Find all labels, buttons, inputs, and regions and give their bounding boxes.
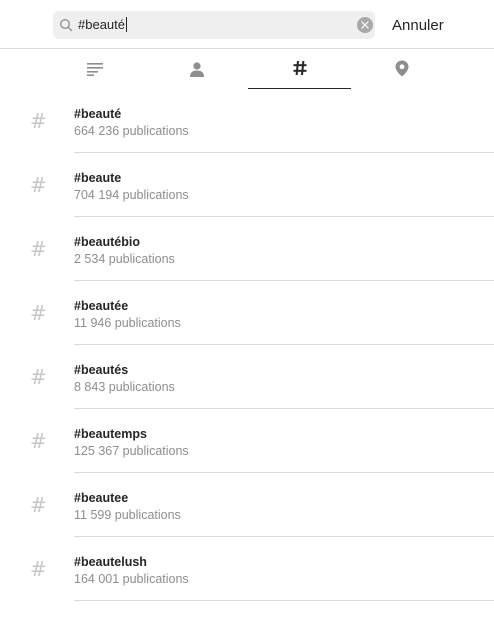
hashtag-icon	[293, 60, 306, 76]
tab-top[interactable]	[43, 48, 146, 89]
hashtag-name: #beauté	[74, 107, 122, 121]
hashtag-result-row[interactable]: # #beautemps 125 367 publications	[0, 409, 494, 473]
tab-hashtags[interactable]	[248, 48, 351, 89]
hashtag-name: #beautée	[74, 299, 129, 313]
accounts-icon	[189, 61, 204, 77]
hashtag-result-row[interactable]: # #beauté 664 236 publications	[0, 89, 494, 153]
post-count: 704 194 publications	[74, 188, 189, 202]
hashtag-icon: #	[30, 557, 47, 581]
divider	[74, 600, 494, 601]
hashtag-name: #beautee	[74, 491, 129, 505]
hashtag-icon: #	[30, 173, 47, 197]
search-box[interactable]: #beauté	[53, 11, 375, 39]
hashtag-name: #beautelush	[74, 555, 147, 569]
hashtag-result-row[interactable]: # #beautée 11 946 publications	[0, 281, 494, 345]
search-input-value: #beauté	[78, 17, 125, 32]
hashtag-results-list: # #beauté 664 236 publications # #beaute…	[0, 89, 494, 601]
hashtag-icon: #	[30, 365, 47, 389]
post-count: 2 534 publications	[74, 252, 175, 266]
search-tabs	[0, 48, 494, 89]
top-bar: #beauté Annuler	[0, 0, 494, 49]
post-count: 125 367 publications	[74, 444, 189, 458]
hashtag-name: #beautés	[74, 363, 129, 377]
hashtag-result-row[interactable]: # #beautee 11 599 publications	[0, 473, 494, 537]
hashtag-result-row[interactable]: # #beautés 8 843 publications	[0, 345, 494, 409]
post-count: 11 946 publications	[74, 316, 181, 330]
hashtag-name: #beaute	[74, 171, 122, 185]
close-icon	[361, 21, 369, 29]
tab-accounts[interactable]	[145, 48, 248, 89]
text-caret	[126, 17, 127, 32]
cancel-button[interactable]: Annuler	[392, 17, 444, 35]
hashtag-result-row[interactable]: # #beautébio 2 534 publications	[0, 217, 494, 281]
search-icon	[60, 19, 73, 32]
search-input[interactable]: #beauté	[78, 17, 127, 33]
post-count: 664 236 publications	[74, 124, 189, 138]
location-pin-icon	[395, 60, 408, 77]
top-results-icon	[86, 62, 103, 76]
hashtag-icon: #	[30, 109, 47, 133]
hashtag-name: #beautemps	[74, 427, 147, 441]
post-count: 8 843 publications	[74, 380, 175, 394]
hashtag-icon: #	[30, 237, 47, 261]
hashtag-result-row[interactable]: # #beautelush 164 001 publications	[0, 537, 494, 601]
hashtag-icon: #	[30, 493, 47, 517]
clear-search-button[interactable]	[357, 17, 373, 33]
hashtag-icon: #	[30, 429, 47, 453]
hashtag-icon: #	[30, 301, 47, 325]
hashtag-name: #beautébio	[74, 235, 140, 249]
hashtag-result-row[interactable]: # #beaute 704 194 publications	[0, 153, 494, 217]
post-count: 164 001 publications	[74, 572, 189, 586]
post-count: 11 599 publications	[74, 508, 181, 522]
tab-places[interactable]	[350, 48, 453, 89]
